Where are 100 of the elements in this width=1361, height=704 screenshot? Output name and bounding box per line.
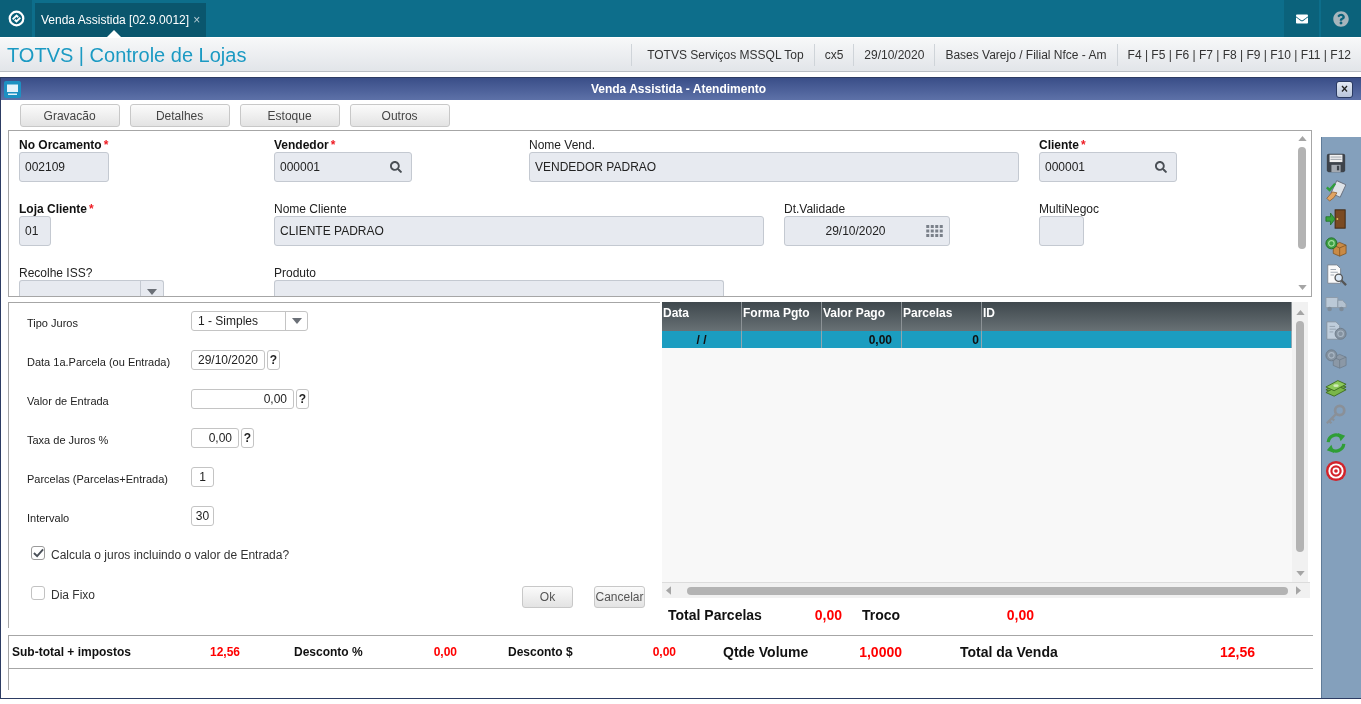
total-label: Total Parcelas [668,605,762,625]
field-label: Dt.Validade [784,203,846,216]
input-field[interactable]: VENDEDOR PADRAO [529,152,1019,182]
help-button[interactable] [1321,0,1361,37]
dropdown-field[interactable]: 1 - Simples [191,311,308,331]
search-icon[interactable] [390,161,402,173]
input-field[interactable]: 29/10/2020 [191,350,265,370]
field-label: Vendedor [274,139,329,152]
tab-close-button[interactable]: × [193,11,201,29]
required-mark: * [330,139,336,152]
mail-button[interactable] [1284,0,1319,37]
session-info: F4 | F5 | F6 | F7 | F8 | F9 | F10 | F11 | F12 [1116,43,1361,66]
window-icon[interactable] [4,80,21,98]
summary-label: Desconto % [294,644,363,661]
field-label: MultiNegoc [1039,203,1100,216]
dialog-button[interactable]: Cancelar [594,586,645,608]
lookup-field[interactable]: 000001 [274,152,412,182]
total-label: Troco [862,605,901,625]
field-label: Cliente [1039,139,1079,152]
help-button[interactable]: ? [241,428,254,448]
table-cell: 0,00 [822,331,902,348]
scrollbar-thumb[interactable] [687,586,1288,595]
field-label: Loja Cliente [19,203,87,216]
help-icon [1333,10,1349,27]
table-cell: / / [662,331,742,348]
horizontal-scrollbar[interactable] [662,582,1310,598]
scroll-up-arrow-icon[interactable] [1297,136,1307,141]
dropdown-field[interactable] [19,280,164,296]
input-field[interactable]: 01 [19,216,51,246]
scroll-down-arrow-icon[interactable] [1295,571,1305,576]
action-button[interactable]: Estoque [239,104,340,127]
dialog-button[interactable]: Ok [522,586,573,608]
session-info: TOTVS Serviços MSSQL Top [631,43,814,66]
checkbox-label: Calcula o juros incluindo o valor de Entrada? [51,547,290,564]
date-field[interactable]: 29/10/2020 [784,216,950,246]
checkbox-label: Dia Fixo [51,587,95,604]
summary-value: 0,00 [433,644,457,661]
hand-check-icon[interactable] [1325,180,1347,202]
help-button[interactable]: ? [296,389,309,409]
scrollbar-thumb[interactable] [1296,321,1304,552]
field-label: No Orcamento [19,139,102,152]
input-field[interactable]: 002109 [19,152,109,182]
app-title: TOTVS | Controle de Lojas [6,42,247,68]
field-label: Produto [274,267,317,280]
input-field[interactable]: 30 [191,506,214,526]
summary-label: Desconto $ [508,644,573,661]
summary-label: Total da Venda [960,642,1058,662]
swirl-logo-icon [7,10,25,27]
action-button[interactable]: Gravacão [19,104,120,127]
summary-label: Qtde Volume [723,642,809,662]
target-icon[interactable] [1325,460,1347,482]
scroll-down-arrow-icon[interactable] [1297,285,1307,290]
field-label: Data 1a.Parcela (ou Entrada) [27,356,171,368]
door-arrow-icon[interactable] [1325,208,1347,230]
search-icon[interactable] [1155,161,1167,173]
document-search-icon[interactable] [1325,264,1347,286]
table-row[interactable]: / / 0,00 0 [662,331,1292,348]
checkbox[interactable] [31,586,45,600]
input-field[interactable]: 0,00 [191,428,239,448]
scroll-up-arrow-icon[interactable] [1295,310,1305,315]
input-field[interactable] [274,280,724,296]
required-mark: * [103,139,109,152]
required-mark: * [89,203,94,216]
help-button[interactable]: ? [267,350,280,370]
summary-value: 1,0000 [859,642,902,662]
refresh-icon[interactable] [1325,432,1347,454]
table-cell: 0 [902,331,982,348]
summary-label: Sub-total + impostos [12,644,131,661]
scroll-right-arrow-icon[interactable] [1296,586,1301,595]
coin-box-icon[interactable] [1325,236,1347,258]
total-value: 0,00 [1006,605,1034,625]
summary-value: 12,56 [1219,642,1255,662]
input-field[interactable]: CLIENTE PADRAO [274,216,764,246]
field-label: Intervalo [27,512,70,524]
close-button[interactable]: × [1336,80,1353,98]
session-info: 29/10/2020 [853,43,935,66]
summary-value: 0,00 [652,644,676,661]
vertical-scrollbar[interactable] [1292,302,1308,582]
input-field[interactable]: 1 [191,467,214,487]
document-tab[interactable]: Venda Assistida [02.9.0012] × [35,3,207,37]
logo-button[interactable] [0,0,32,37]
field-label: Tipo Juros [27,317,78,329]
scroll-left-arrow-icon[interactable] [666,586,671,595]
dialog-title: Venda Assistida - Atendimento [589,81,768,98]
session-info: Bases Varejo / Filial Nfce - Am [934,43,1117,66]
calendar-icon[interactable] [926,225,943,237]
dropdown-arrow-icon[interactable] [147,289,157,295]
dropdown-arrow-icon[interactable] [291,318,302,324]
lookup-field[interactable]: 000001 [1039,152,1177,182]
field-label: Taxa de Juros % [27,434,109,446]
action-button[interactable]: Outros [349,104,450,127]
field-label: Nome Vend. [529,139,596,152]
action-button[interactable]: Detalhes [129,104,230,127]
mail-icon [1294,12,1309,25]
field-label: Nome Cliente [274,203,347,216]
field-label: Valor de Entrada [27,395,109,407]
input-field[interactable]: 0,00 [191,389,294,409]
checkbox[interactable] [31,546,45,560]
input-field[interactable] [1039,216,1084,246]
scrollbar-thumb[interactable] [1298,147,1306,249]
